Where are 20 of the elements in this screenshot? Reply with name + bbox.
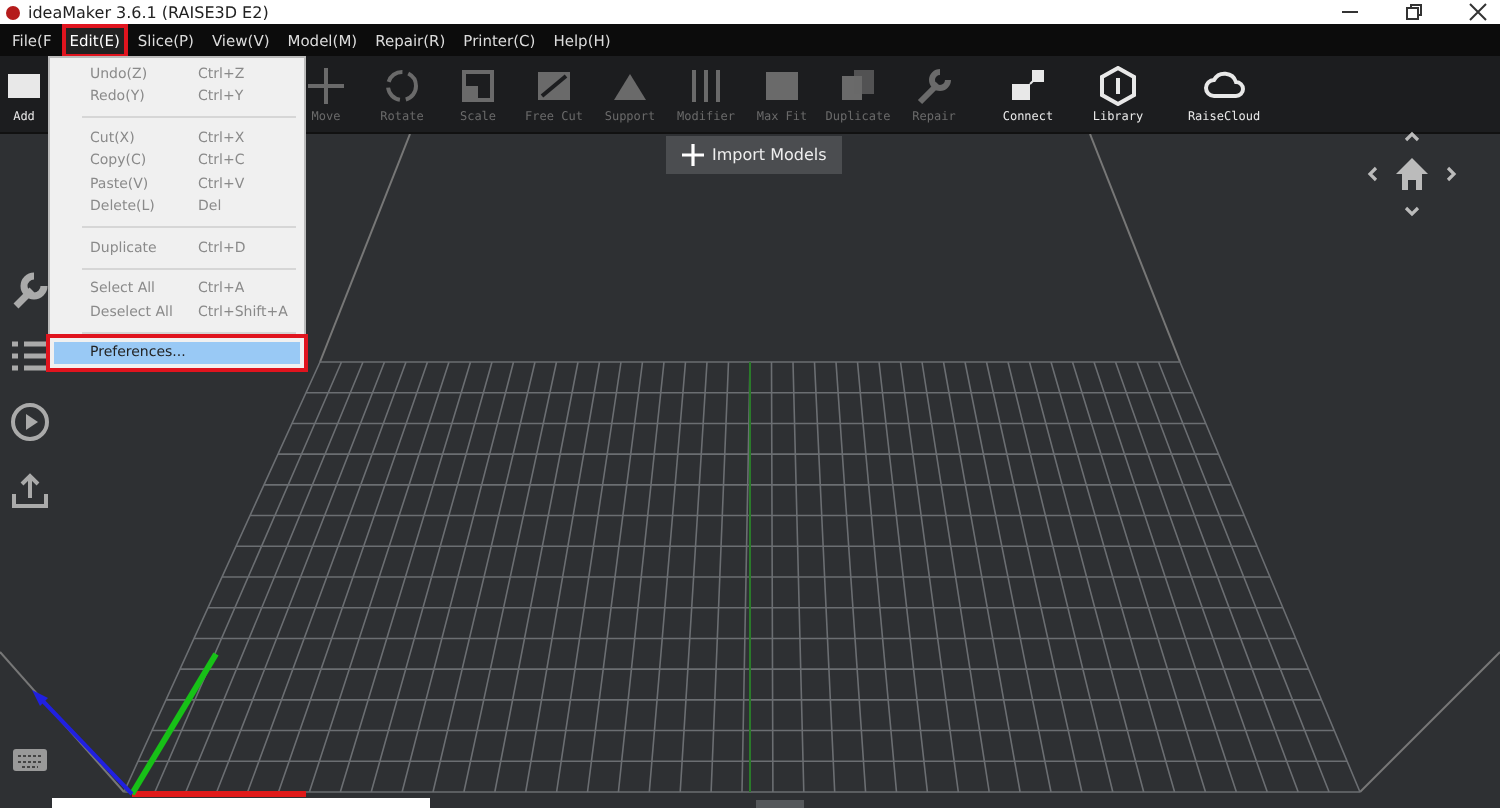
upload-icon[interactable] [10,470,50,510]
wrench-icon [912,65,956,105]
close-icon[interactable] [1468,2,1488,22]
list-icon[interactable] [10,338,50,374]
move-arrows-icon [304,65,348,105]
volume-edge-line [1359,651,1500,793]
scale-icon [456,65,500,105]
play-icon[interactable] [10,402,50,442]
wrench-icon[interactable] [10,270,50,310]
plus-icon [682,144,704,166]
rotate-icon [380,65,424,105]
restore-icon[interactable] [1404,2,1424,22]
window-title: ideaMaker 3.6.1 (RAISE3D E2) [28,3,269,21]
app-logo-icon [6,5,20,19]
view-navigation-icon[interactable] [1366,130,1458,218]
hexagon-info-icon [1096,65,1140,105]
connect-icon [1006,65,1050,105]
copy-icon [836,65,880,105]
keyboard-icon[interactable] [12,748,48,772]
import-models-button[interactable]: Import Models [666,136,843,174]
